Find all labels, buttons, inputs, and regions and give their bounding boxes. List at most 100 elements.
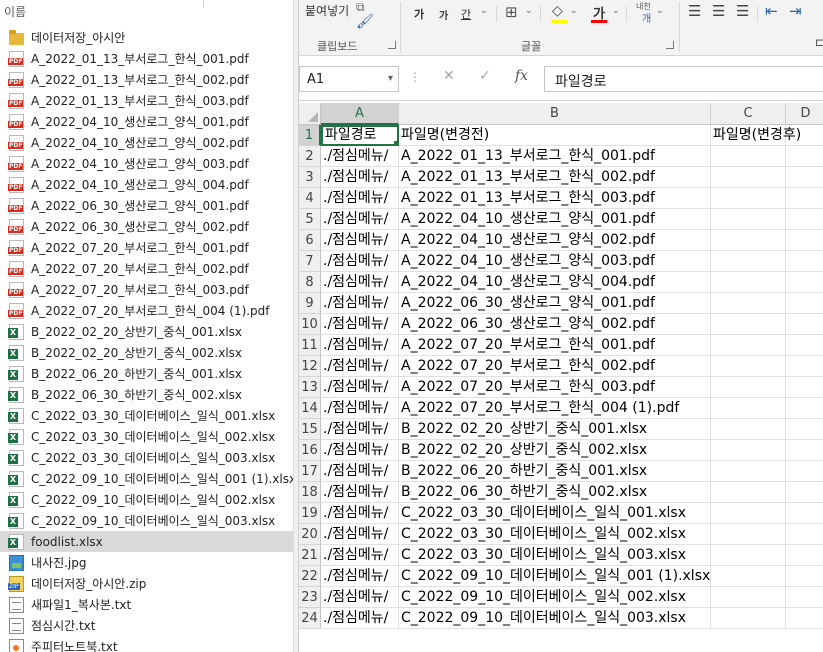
cell-d12[interactable] [786, 356, 823, 377]
file-list-item[interactable]: B_2022_06_20_하반기_중식_001.xlsx [0, 363, 293, 384]
file-list-item[interactable]: A_2022_06_30_생산로그_양식_002.pdf [0, 216, 293, 237]
cell-d13[interactable] [786, 377, 823, 398]
row-header[interactable]: 18 [299, 482, 321, 503]
cell-d4[interactable] [786, 188, 823, 209]
cell-a17[interactable]: ./점심메뉴/ [321, 461, 399, 482]
file-list-item[interactable]: foodlist.xlsx [0, 531, 293, 552]
cell-a18[interactable]: ./점심메뉴/ [321, 482, 399, 503]
cell-d18[interactable] [786, 482, 823, 503]
file-list-item[interactable]: 새파일1_복사본.txt [0, 594, 293, 615]
cell-c3[interactable] [711, 167, 786, 188]
format-painter-icon[interactable]: 🖌 [356, 14, 374, 30]
row-header[interactable]: 19 [299, 503, 321, 524]
fill-color-icon[interactable]: ◇ [552, 3, 563, 19]
clipboard-launcher-icon[interactable] [388, 41, 396, 49]
file-list-item[interactable]: A_2022_01_13_부서로그_한식_001.pdf [0, 48, 293, 69]
enter-icon[interactable]: ✓ [479, 68, 491, 84]
cell-b20[interactable]: C_2022_03_30_데이터베이스_일식_002.xlsx [399, 524, 711, 545]
cell-c10[interactable] [711, 314, 786, 335]
borders-dropdown-icon[interactable]: ⌄ [525, 6, 533, 16]
cell-b19[interactable]: C_2022_03_30_데이터베이스_일식_001.xlsx [399, 503, 711, 524]
file-list-item[interactable]: A_2022_07_20_부서로그_한식_003.pdf [0, 279, 293, 300]
cell-c16[interactable] [711, 440, 786, 461]
file-list-item[interactable]: C_2022_03_30_데이터베이스_일식_003.xlsx [0, 447, 293, 468]
row-header[interactable]: 22 [299, 566, 321, 587]
cell-d17[interactable] [786, 461, 823, 482]
file-list-item[interactable]: C_2022_03_30_데이터베이스_일식_001.xlsx [0, 405, 293, 426]
cell-c23[interactable] [711, 587, 786, 608]
cell-a24[interactable]: ./점심메뉴/ [321, 608, 399, 629]
cell-b12[interactable]: A_2022_07_20_부서로그_한식_002.pdf [399, 356, 711, 377]
cell-a3[interactable]: ./점심메뉴/ [321, 167, 399, 188]
cancel-icon[interactable]: ✕ [443, 68, 455, 84]
file-list-item[interactable]: C_2022_09_10_데이터베이스_일식_003.xlsx [0, 510, 293, 531]
row-header[interactable]: 8 [299, 272, 321, 293]
font-color-dropdown-icon[interactable]: ⌄ [612, 6, 620, 16]
cell-a19[interactable]: ./점심메뉴/ [321, 503, 399, 524]
row-header[interactable]: 24 [299, 608, 321, 629]
cell-b15[interactable]: B_2022_02_20_상반기_중식_001.xlsx [399, 419, 711, 440]
cell-c7[interactable] [711, 251, 786, 272]
row-header[interactable]: 1 [299, 125, 321, 146]
align-center-icon[interactable]: ☰ [712, 2, 725, 20]
cell-c18[interactable] [711, 482, 786, 503]
row-header[interactable]: 20 [299, 524, 321, 545]
column-header-d[interactable]: D [786, 103, 823, 125]
borders-icon[interactable]: ⊞ [505, 3, 518, 21]
name-box[interactable]: A1 ▾ [299, 66, 399, 92]
cell-a1[interactable]: 파일경로 [321, 125, 399, 146]
cell-a7[interactable]: ./점심메뉴/ [321, 251, 399, 272]
cell-a20[interactable]: ./점심메뉴/ [321, 524, 399, 545]
cell-b23[interactable]: C_2022_09_10_데이터베이스_일식_002.xlsx [399, 587, 711, 608]
merge-icon[interactable]: ⊏ [815, 36, 823, 49]
cell-c19[interactable] [711, 503, 786, 524]
cell-d8[interactable] [786, 272, 823, 293]
row-header[interactable]: 17 [299, 461, 321, 482]
cell-d7[interactable] [786, 251, 823, 272]
cell-c17[interactable] [711, 461, 786, 482]
name-box-dropdown-icon[interactable]: ▾ [388, 73, 393, 84]
column-header-b[interactable]: B [399, 103, 711, 125]
cell-a6[interactable]: ./점심메뉴/ [321, 230, 399, 251]
file-list-item[interactable]: A_2022_01_13_부서로그_한식_003.pdf [0, 90, 293, 111]
increase-indent-icon[interactable]: ⇥ [789, 2, 802, 20]
row-header[interactable]: 16 [299, 440, 321, 461]
cell-c15[interactable] [711, 419, 786, 440]
cell-d19[interactable] [786, 503, 823, 524]
cell-d6[interactable] [786, 230, 823, 251]
cell-b5[interactable]: A_2022_04_10_생산로그_양식_001.pdf [399, 209, 711, 230]
cell-c4[interactable] [711, 188, 786, 209]
cell-b7[interactable]: A_2022_04_10_생산로그_양식_003.pdf [399, 251, 711, 272]
cell-c21[interactable] [711, 545, 786, 566]
copy-icon[interactable]: ⧉ [356, 0, 365, 15]
cell-d9[interactable] [786, 293, 823, 314]
cell-c1[interactable]: 파일명(변경후) [711, 125, 801, 146]
cell-a4[interactable]: ./점심메뉴/ [321, 188, 399, 209]
file-list-item[interactable]: A_2022_04_10_생산로그_양식_003.pdf [0, 153, 293, 174]
font-launcher-icon[interactable] [666, 41, 674, 49]
file-list-item[interactable]: C_2022_09_10_데이터베이스_일식_001 (1).xlsx [0, 468, 293, 489]
cell-b6[interactable]: A_2022_04_10_생산로그_양식_002.pdf [399, 230, 711, 251]
cell-d1[interactable] [786, 125, 823, 146]
select-all-button[interactable] [299, 103, 321, 125]
file-list-item[interactable]: A_2022_07_20_부서로그_한식_002.pdf [0, 258, 293, 279]
cell-a21[interactable]: ./점심메뉴/ [321, 545, 399, 566]
cell-c9[interactable] [711, 293, 786, 314]
file-list-item[interactable]: A_2022_04_10_생산로그_양식_004.pdf [0, 174, 293, 195]
cell-a13[interactable]: ./점심메뉴/ [321, 377, 399, 398]
cell-a15[interactable]: ./점심메뉴/ [321, 419, 399, 440]
formula-bar-resize-icon[interactable]: ⋮ [409, 70, 422, 84]
cell-d10[interactable] [786, 314, 823, 335]
file-list-item[interactable]: C_2022_03_30_데이터베이스_일식_002.xlsx [0, 426, 293, 447]
row-header[interactable]: 14 [299, 398, 321, 419]
cell-c8[interactable] [711, 272, 786, 293]
fill-color-dropdown-icon[interactable]: ⌄ [570, 6, 578, 16]
cell-c24[interactable] [711, 608, 786, 629]
cell-a8[interactable]: ./점심메뉴/ [321, 272, 399, 293]
row-header[interactable]: 13 [299, 377, 321, 398]
cell-a2[interactable]: ./점심메뉴/ [321, 146, 399, 167]
cell-d3[interactable] [786, 167, 823, 188]
cell-a16[interactable]: ./점심메뉴/ [321, 440, 399, 461]
cell-d20[interactable] [786, 524, 823, 545]
file-list-item[interactable]: A_2022_06_30_생산로그_양식_001.pdf [0, 195, 293, 216]
